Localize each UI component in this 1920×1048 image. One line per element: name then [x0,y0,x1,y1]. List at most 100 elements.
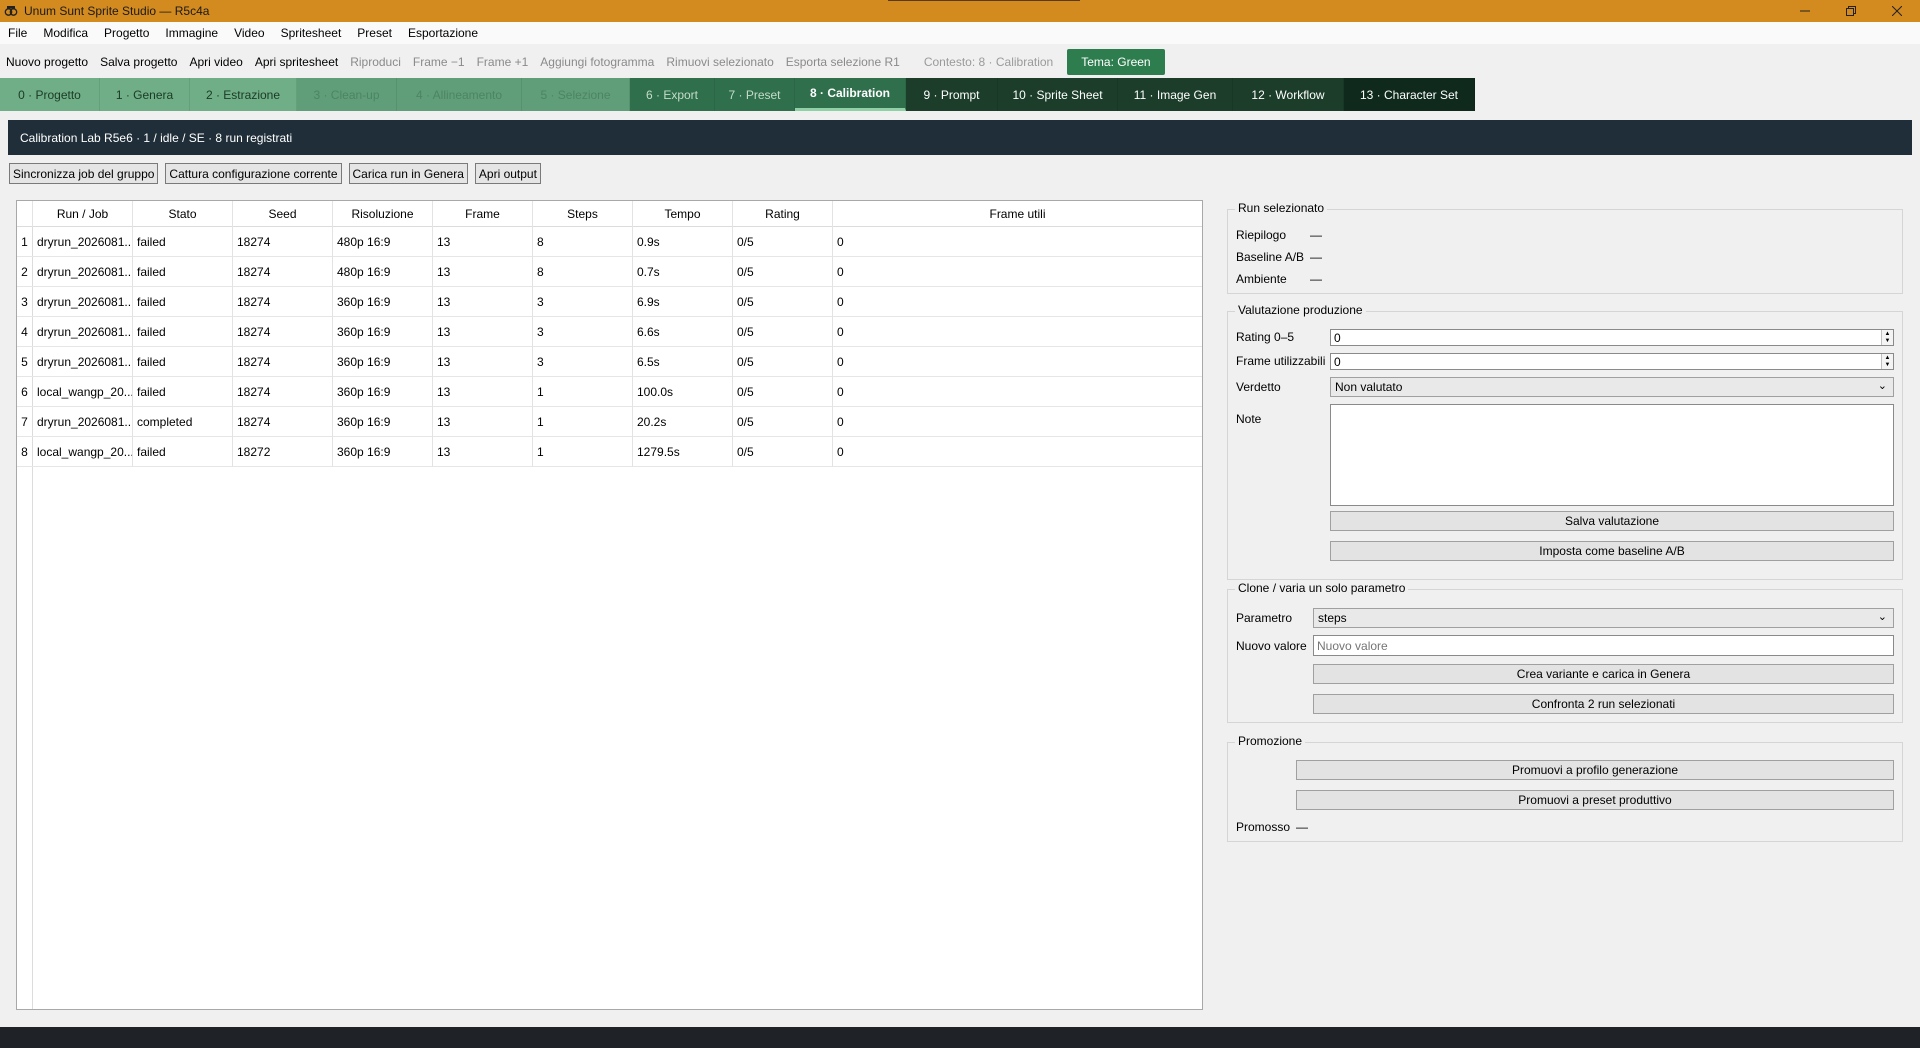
menu-bar: File Modifica Progetto Immagine Video Sp… [0,22,1920,44]
tab-genera[interactable]: 1 · Genera [100,78,190,111]
load-run-button[interactable]: Carica run in Genera [348,163,468,184]
open-video-button[interactable]: Apri video [183,55,248,69]
promote-profile-button[interactable]: Promuovi a profilo generazione [1296,760,1894,780]
menu-progetto[interactable]: Progetto [96,26,157,40]
theme-button[interactable]: Tema: Green [1067,49,1165,75]
minimize-icon[interactable] [1782,0,1828,22]
tab-workflow[interactable]: 12 · Workflow [1233,78,1344,111]
menu-video[interactable]: Video [226,26,272,40]
export-selection-button[interactable]: Esporta selezione R1 [780,55,906,69]
col-tempo[interactable]: Tempo [633,201,733,227]
cell-rating: 0/5 [733,407,833,437]
col-stato[interactable]: Stato [133,201,233,227]
col-frame-utili[interactable]: Frame utili [833,201,1202,227]
menu-immagine[interactable]: Immagine [157,26,226,40]
col-frame[interactable]: Frame [433,201,533,227]
selected-run-title: Run selezionato [1235,201,1328,215]
tab-preset[interactable]: 7 · Preset [715,78,795,111]
compare-runs-button[interactable]: Confronta 2 run selezionati [1313,694,1894,714]
table-row[interactable]: 5 dryrun_2026081... failed 18274 360p 16… [17,347,1202,377]
col-risoluzione[interactable]: Risoluzione [333,201,433,227]
sync-group-jobs-button[interactable]: Sincronizza job del gruppo [9,163,159,184]
col-run-job[interactable]: Run / Job [33,201,133,227]
set-baseline-button[interactable]: Imposta come baseline A/B [1330,541,1894,561]
table-row[interactable]: 6 local_wangp_20... failed 18274 360p 16… [17,377,1202,407]
row-number: 8 [17,437,33,466]
tab-allineamento[interactable]: 4 · Allineamento [397,78,522,111]
verdict-select[interactable]: Non valutato ⌄ [1330,377,1894,397]
parameter-select[interactable]: steps ⌄ [1313,608,1894,628]
table-row[interactable]: 1 dryrun_2026081... failed 18274 480p 16… [17,227,1202,257]
play-button[interactable]: Riproduci [344,55,407,69]
capture-config-button[interactable]: Cattura configurazione corrente [165,163,342,184]
usable-frames-spinbox[interactable]: 0 ▲ ▼ [1330,353,1894,370]
row-number: 6 [17,377,33,406]
cell-frame-utili: 0 [837,385,844,399]
save-project-button[interactable]: Salva progetto [94,55,183,69]
close-icon[interactable] [1874,0,1920,22]
new-value-input[interactable] [1313,635,1894,656]
table-row[interactable]: 2 dryrun_2026081... failed 18274 480p 16… [17,257,1202,287]
menu-file[interactable]: File [0,26,35,40]
tab-calibration[interactable]: 8 · Calibration [795,78,906,111]
context-label: Contesto: 8 · Calibration [923,55,1054,69]
rating-spin-arrows-icon[interactable]: ▲ ▼ [1881,330,1893,345]
cell-tempo: 0.9s [633,227,733,257]
cell-rating: 0/5 [733,257,833,287]
cell-risoluzione: 480p 16:9 [333,227,433,257]
create-variant-button[interactable]: Crea variante e carica in Genera [1313,664,1894,684]
tab-progetto[interactable]: 0 · Progetto [0,78,100,111]
tab-clean-up[interactable]: 3 · Clean-up [297,78,397,111]
usable-frames-spin-arrows-icon[interactable]: ▲ ▼ [1881,354,1893,369]
tab-image-gen[interactable]: 11 · Image Gen [1118,78,1233,111]
cell-rating: 0/5 [733,317,833,347]
col-seed[interactable]: Seed [233,201,333,227]
new-value-label: Nuovo valore [1236,639,1307,653]
table-row[interactable]: 7 dryrun_2026081... completed 18274 360p… [17,407,1202,437]
frame-next-button[interactable]: Frame +1 [471,55,535,69]
remove-selected-button[interactable]: Rimuovi selezionato [660,55,779,69]
toolbar: Nuovo progetto Salva progetto Apri video… [0,48,1920,76]
save-evaluation-button[interactable]: Salva valutazione [1330,511,1894,531]
add-frame-button[interactable]: Aggiungi fotogramma [534,55,660,69]
tab-sprite-sheet[interactable]: 10 · Sprite Sheet [998,78,1118,111]
open-output-button[interactable]: Apri output [474,163,541,184]
tab-character-set[interactable]: 13 · Character Set [1344,78,1475,111]
frame-prev-button[interactable]: Frame −1 [407,55,471,69]
tab-prompt[interactable]: 9 · Prompt [906,78,998,111]
cell-frame: 13 [433,317,533,347]
cell-tempo: 6.9s [633,287,733,317]
col-steps[interactable]: Steps [533,201,633,227]
promotion-title: Promozione [1235,734,1306,748]
window-title: Unum Sunt Sprite Studio — R5c4a [24,4,210,18]
cell-stato: failed [133,437,233,467]
cell-seed: 18274 [233,317,333,347]
cell-frame-utili: 0 [837,235,844,249]
parameter-label: Parametro [1236,611,1293,625]
cell-run-job: dryrun_2026081... [33,407,133,437]
notes-label: Note [1236,412,1262,426]
open-spritesheet-button[interactable]: Apri spritesheet [249,55,344,69]
promote-preset-button[interactable]: Promuovi a preset produttivo [1296,790,1894,810]
cell-stato: failed [133,227,233,257]
menu-modifica[interactable]: Modifica [35,26,96,40]
cell-seed: 18274 [233,257,333,287]
rating-spinbox[interactable]: 0 ▲ ▼ [1330,329,1894,346]
cell-tempo: 6.5s [633,347,733,377]
table-row[interactable]: 4 dryrun_2026081... failed 18274 360p 16… [17,317,1202,347]
tab-estrazione[interactable]: 2 · Estrazione [190,78,297,111]
menu-preset[interactable]: Preset [349,26,400,40]
cell-risoluzione: 360p 16:9 [333,407,433,437]
menu-esportazione[interactable]: Esportazione [400,26,486,40]
col-rating[interactable]: Rating [733,201,833,227]
table-row[interactable]: 3 dryrun_2026081... failed 18274 360p 16… [17,287,1202,317]
tab-selezione[interactable]: 5 · Selezione [522,78,630,111]
notes-textarea[interactable] [1330,404,1894,506]
restore-icon[interactable] [1828,0,1874,22]
cell-frame: 13 [433,407,533,437]
new-project-button[interactable]: Nuovo progetto [0,55,94,69]
cell-steps: 1 [533,407,633,437]
table-row[interactable]: 8 local_wangp_20... failed 18272 360p 16… [17,437,1202,467]
tab-export[interactable]: 6 · Export [630,78,715,111]
menu-spritesheet[interactable]: Spritesheet [273,26,350,40]
